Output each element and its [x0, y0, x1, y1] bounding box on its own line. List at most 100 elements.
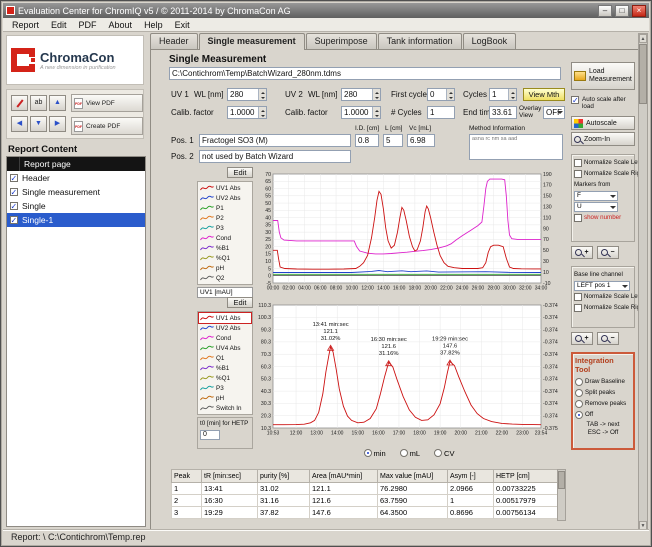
- unit-option-cv[interactable]: CV: [434, 449, 454, 458]
- minimize-button[interactable]: –: [598, 5, 612, 17]
- checkbox-icon[interactable]: [574, 170, 582, 178]
- move-down-button[interactable]: ▼: [30, 116, 47, 132]
- scroll-up-arrow[interactable]: ▲: [639, 34, 647, 43]
- legend-item-ph[interactable]: pH: [199, 263, 251, 273]
- move-left-button[interactable]: ◀: [11, 116, 28, 132]
- title-bar[interactable]: Evaluation Center for ChromIQ v5 / © 201…: [3, 3, 649, 18]
- spinner-buttons[interactable]: [508, 89, 516, 100]
- report-item-header[interactable]: Header: [7, 171, 145, 185]
- checkbox-icon[interactable]: [574, 304, 582, 312]
- menu-report[interactable]: Report: [6, 19, 45, 31]
- l-field[interactable]: 5: [383, 134, 403, 147]
- zoom-plus-button[interactable]: +: [571, 332, 593, 345]
- legend-item-cond[interactable]: Cond: [199, 333, 251, 343]
- view-pdf-button[interactable]: PDF View PDF: [71, 94, 143, 112]
- unit-option-ml[interactable]: mL: [400, 449, 420, 458]
- calib-factor-field-1[interactable]: 1.0000: [227, 106, 267, 119]
- legend-item--q1[interactable]: %Q1: [199, 253, 251, 263]
- legend-item--q1[interactable]: %Q1: [199, 373, 251, 383]
- integration-option-off[interactable]: Off: [575, 409, 631, 420]
- integration-option-draw-baseline[interactable]: Draw Baseline: [575, 376, 631, 387]
- menu-pdf[interactable]: PDF: [73, 19, 103, 31]
- legend-item-p2[interactable]: P2: [199, 213, 251, 223]
- marker-select-2[interactable]: U: [574, 202, 618, 212]
- bottom-chart[interactable]: 110.3100.390.380.370.360.350.340.330.320…: [253, 299, 565, 441]
- checkbox-icon[interactable]: [574, 293, 582, 301]
- load-measurement-button[interactable]: Load Measurement: [571, 62, 635, 90]
- calib-factor-field-2[interactable]: 1.0000: [341, 106, 381, 119]
- legend-item-ph[interactable]: pH: [199, 393, 251, 403]
- item-checkbox[interactable]: [10, 202, 18, 210]
- item-checkbox[interactable]: [10, 188, 18, 196]
- zoom-minus-button[interactable]: −: [597, 332, 619, 345]
- table-row[interactable]: 113:4131.02121.176.29802.09660.00733225: [172, 483, 558, 495]
- ab-text-button[interactable]: ab: [30, 95, 47, 111]
- overlay-view-dropdown[interactable]: OFF: [543, 106, 565, 119]
- window-scrollbar[interactable]: ▲ ▼: [638, 33, 648, 531]
- spinner-buttons[interactable]: [372, 89, 380, 100]
- legend-item--b1[interactable]: %B1: [199, 243, 251, 253]
- legend-item-p3[interactable]: P3: [199, 383, 251, 393]
- spinner-buttons[interactable]: [446, 89, 454, 100]
- file-path-field[interactable]: C:\Contichrom\Temp\BatchWizard_280nm.tdm…: [169, 67, 561, 80]
- table-scrollbar[interactable]: [557, 469, 566, 521]
- tab-logbook[interactable]: LogBook: [463, 33, 517, 49]
- integration-option-split-peaks[interactable]: Split peaks: [575, 387, 631, 398]
- tab-header[interactable]: Header: [150, 33, 198, 49]
- checkbox-icon[interactable]: [574, 159, 582, 167]
- first-cycle-field[interactable]: 0: [427, 88, 455, 101]
- menu-help[interactable]: Help: [138, 19, 169, 31]
- view-mth-button[interactable]: View Mth: [523, 88, 565, 101]
- legend-item-uv2-abs[interactable]: UV2 Abs: [199, 193, 251, 203]
- legend-item-uv1-abs[interactable]: UV1 Abs: [199, 183, 251, 193]
- vc-field[interactable]: 6.98: [407, 134, 435, 147]
- menu-exit[interactable]: Exit: [169, 19, 196, 31]
- checkbox-icon[interactable]: [571, 96, 579, 104]
- scrollbar-thumb[interactable]: [639, 44, 647, 104]
- pos1-field[interactable]: Fractogel SO3 (M): [199, 134, 351, 147]
- move-up-button[interactable]: ▲: [49, 95, 66, 111]
- normalize-scale-left-checkbox[interactable]: Normalize Scale Left: [574, 157, 632, 168]
- legend-item-switch-in[interactable]: Switch In: [199, 403, 251, 413]
- move-right-button[interactable]: ▶: [49, 116, 66, 132]
- pos2-field[interactable]: not used by Batch Wizard: [199, 150, 351, 163]
- uv1-wl-field[interactable]: 280: [227, 88, 267, 101]
- report-item-single-1[interactable]: Single-1: [7, 213, 145, 227]
- legend-item-q2[interactable]: Q2: [199, 273, 251, 283]
- spinner-buttons[interactable]: [258, 107, 266, 118]
- normalize-scale-left-checkbox-2[interactable]: Normalize Scale Left: [574, 291, 632, 302]
- menu-about[interactable]: About: [103, 19, 139, 31]
- integration-option-remove-peaks[interactable]: Remove peaks: [575, 398, 631, 409]
- zoom-in-button[interactable]: Zoom-In: [571, 132, 635, 146]
- unit-option-min[interactable]: min: [364, 449, 386, 458]
- item-checkbox[interactable]: [10, 174, 18, 182]
- show-number-checkbox[interactable]: show number: [574, 212, 632, 223]
- maximize-button[interactable]: □: [615, 5, 629, 17]
- scrollbar-thumb[interactable]: [558, 471, 565, 489]
- legend-item-q1[interactable]: Q1: [199, 353, 251, 363]
- report-item-single-measurement[interactable]: Single measurement: [7, 185, 145, 199]
- menu-edit[interactable]: Edit: [45, 19, 73, 31]
- id-field[interactable]: 0.8: [355, 134, 379, 147]
- marker-select-1[interactable]: F: [574, 191, 618, 201]
- normalize-scale-right-checkbox[interactable]: Normalize Scale Right: [574, 168, 632, 179]
- checkbox-icon[interactable]: [574, 214, 582, 222]
- top-chart-edit-button[interactable]: Edit: [227, 167, 253, 178]
- report-item-single[interactable]: Single: [7, 199, 145, 213]
- normalize-scale-right-checkbox-2[interactable]: Normalize Scale Right: [574, 302, 632, 313]
- item-checkbox[interactable]: [10, 216, 18, 224]
- tab-tank-information[interactable]: Tank information: [378, 33, 462, 49]
- zoom-plus-button[interactable]: +: [571, 246, 593, 259]
- spinner-buttons[interactable]: [372, 107, 380, 118]
- baseline-channel-select[interactable]: LEFT pos 1: [574, 281, 630, 291]
- legend-item-p3[interactable]: P3: [199, 223, 251, 233]
- legend-item-uv4-abs[interactable]: UV4 Abs: [199, 343, 251, 353]
- spinner-buttons[interactable]: [258, 89, 266, 100]
- legend-item-uv2-abs[interactable]: UV2 Abs: [199, 323, 251, 333]
- legend-item-cond[interactable]: Cond: [199, 233, 251, 243]
- close-button[interactable]: ×: [632, 5, 646, 17]
- tab-single-measurement[interactable]: Single measurement: [199, 33, 305, 50]
- edit-pen-button[interactable]: [11, 95, 28, 111]
- legend-item-p1[interactable]: P1: [199, 203, 251, 213]
- cycles-field[interactable]: 1: [489, 88, 517, 101]
